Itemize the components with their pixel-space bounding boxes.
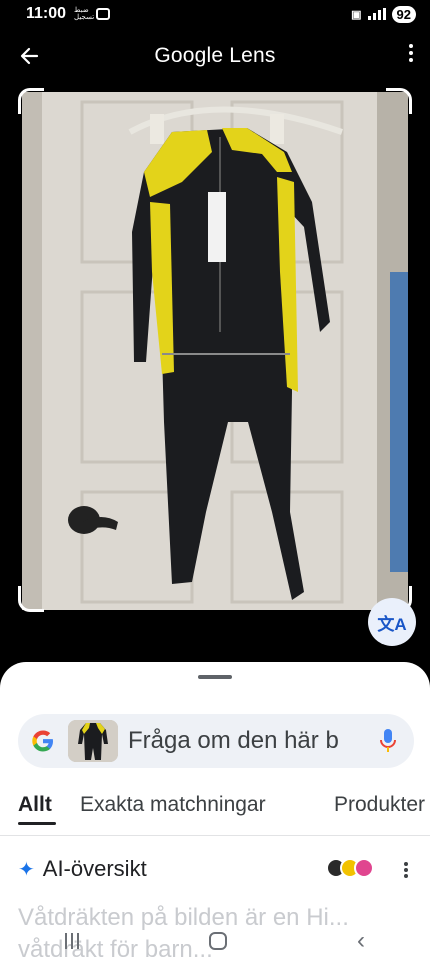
wifi-calling-icon: ▣ (351, 8, 362, 21)
nav-back-button[interactable]: ‹ (357, 929, 365, 953)
app-title: Google Lens (154, 44, 276, 67)
battery-badge: 92 (391, 5, 416, 23)
google-logo-icon (32, 730, 53, 752)
crop-corner-bottom-left[interactable] (18, 586, 44, 612)
status-time: 11:00 (26, 5, 67, 22)
ai-more-button[interactable] (404, 862, 408, 878)
microphone-icon[interactable] (380, 728, 396, 754)
more-menu-button[interactable] (408, 44, 414, 62)
recents-icon (65, 933, 67, 949)
app-bar: Google Lens (0, 36, 430, 76)
tab-exact-matches[interactable]: Exakta matchningar (80, 792, 266, 818)
translate-icon: 文A (377, 614, 407, 634)
results-sheet: Fråga om den här b Allt Exakta matchning… (0, 662, 430, 960)
tab-all[interactable]: Allt (18, 792, 52, 818)
ai-overview-header[interactable]: ✦ AI-översikt (18, 854, 418, 884)
thumbnail-wetsuit-icon (68, 720, 118, 762)
more-vert-icon (404, 862, 408, 866)
system-nav-bar: ‹ (0, 922, 430, 960)
bar (77, 933, 79, 949)
ai-overview-title: AI-översikt (42, 856, 147, 881)
more-vert-icon (409, 44, 413, 48)
result-tabs: Allt Exakta matchningar Produkter (0, 792, 430, 836)
source-favicon-3 (354, 858, 374, 878)
home-button[interactable] (209, 932, 227, 950)
wetsuit-photo (22, 92, 408, 610)
translate-button[interactable]: 文A (368, 598, 416, 646)
dot (404, 868, 408, 872)
search-input[interactable]: Fråga om den här b (128, 727, 338, 755)
arrow-back-icon (20, 47, 39, 65)
status-right: ▣ 92 (351, 5, 416, 23)
sheet-drag-handle[interactable] (198, 675, 232, 679)
active-tab-indicator (18, 822, 56, 825)
status-bar: 11:00 ضبط تسجيل ▣ 92 (0, 0, 430, 28)
bar (71, 933, 73, 949)
dot (409, 51, 413, 55)
source-favicons (326, 858, 374, 878)
crop-corner-top-right[interactable] (386, 88, 412, 114)
dot (404, 874, 408, 878)
sparkle-icon: ✦ (18, 858, 35, 881)
dot (409, 58, 413, 62)
recent-apps-button[interactable] (65, 933, 79, 949)
query-image-thumbnail[interactable] (68, 720, 118, 762)
signal-icon (367, 8, 386, 20)
screenshot-icon (96, 8, 111, 20)
notification-icon-text: ضبط تسجيل (74, 7, 95, 21)
crop-corner-top-left[interactable] (18, 88, 44, 114)
back-button[interactable] (14, 41, 44, 71)
search-image[interactable] (22, 92, 408, 610)
search-bar[interactable]: Fråga om den här b (18, 714, 414, 768)
tab-products[interactable]: Produkter (334, 792, 425, 818)
